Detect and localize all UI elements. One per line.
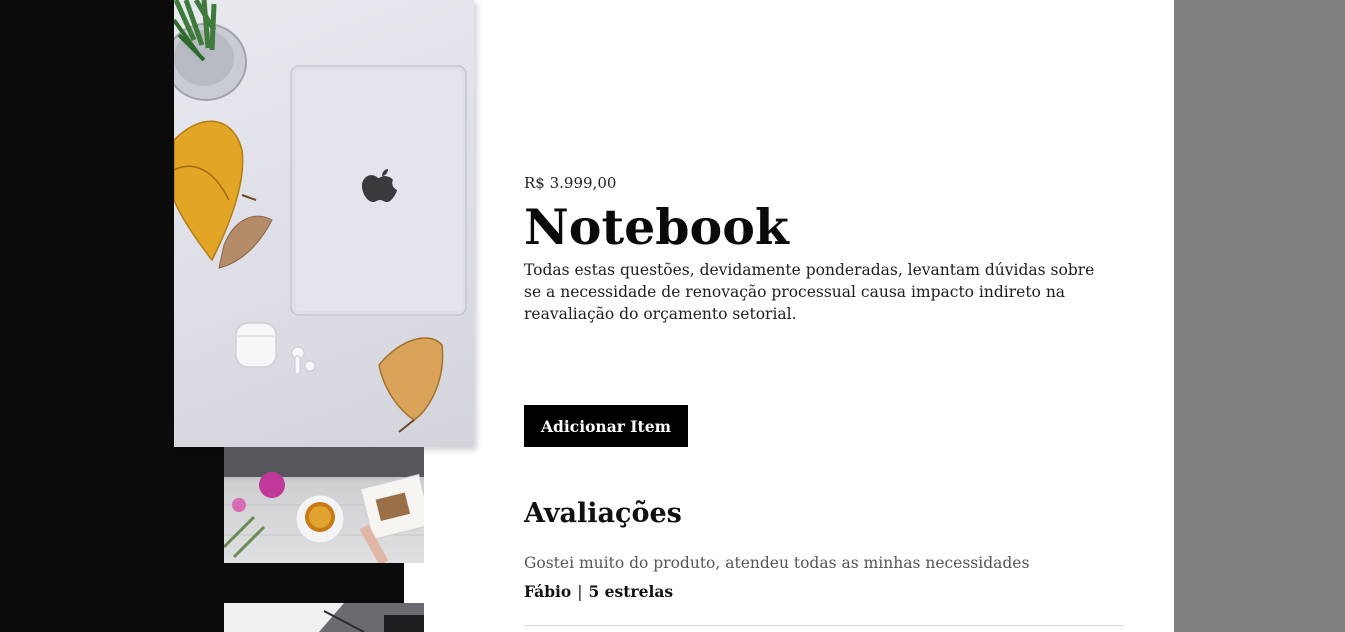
thumbnail-caption-bar — [224, 563, 404, 603]
reviews-heading: Avaliações — [524, 498, 682, 529]
product-description: Todas estas questões, devidamente ponder… — [524, 261, 1095, 323]
review-author: Fábio — [524, 582, 572, 601]
right-overlay — [1174, 0, 1345, 632]
product-title: Notebook — [524, 198, 789, 256]
review-text: Gostei muito do produto, atendeu todas a… — [524, 554, 1030, 572]
product-main-image[interactable] — [174, 0, 474, 447]
product-thumbnail-1[interactable] — [224, 447, 424, 563]
add-item-button[interactable]: Adicionar Item — [524, 405, 688, 447]
product-price: R$ 3.999,00 — [524, 174, 617, 192]
review-meta: Fábio | 5 estrelas — [524, 582, 673, 601]
review-item: Gostei muito do produto, atendeu todas a… — [524, 554, 1124, 626]
review-rating: 5 estrelas — [588, 582, 674, 601]
review-separator: | — [577, 583, 583, 601]
left-backdrop-lower — [174, 447, 224, 632]
product-thumbnail-2[interactable] — [224, 603, 424, 632]
left-backdrop — [0, 0, 174, 632]
